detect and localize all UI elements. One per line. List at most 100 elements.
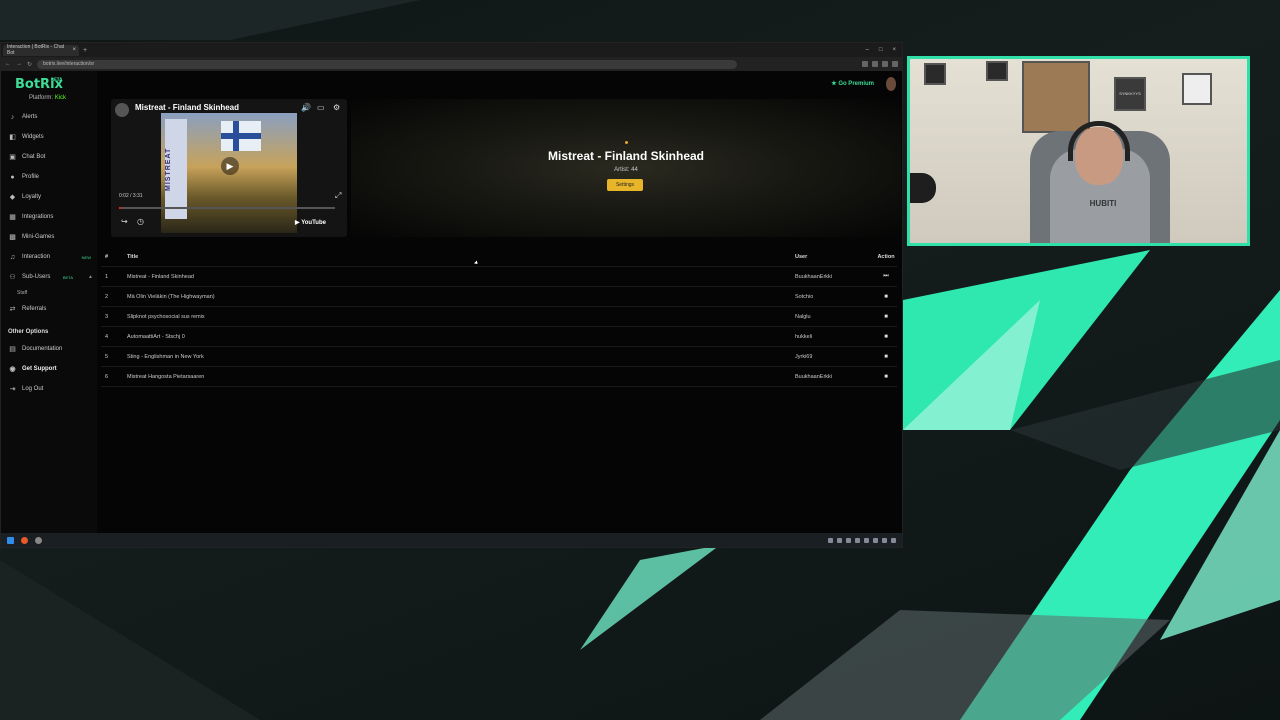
sidebar-item-label: Get Support	[22, 366, 57, 372]
sidebar-item-label: Chat Bot	[22, 154, 46, 160]
sidebar-item-mini-games[interactable]: ▩ Mini-Games	[1, 227, 97, 247]
tray-icon[interactable]	[891, 537, 896, 543]
browser-taskbar-icon[interactable]	[21, 536, 28, 544]
extension-icon[interactable]	[882, 61, 888, 67]
close-tab-icon[interactable]: ×	[72, 47, 76, 53]
header-num: #	[105, 253, 109, 260]
sidebar-item-interaction[interactable]: ♫ Interaction NEW	[1, 247, 97, 267]
tray-icon[interactable]	[837, 537, 842, 543]
play-button[interactable]: ▶	[221, 157, 239, 175]
back-icon[interactable]: ←	[5, 61, 11, 67]
progress-fill	[119, 207, 122, 209]
row-title: Mistreat - Finland Skinhead	[127, 273, 194, 280]
sidebar-item-referrals[interactable]: ⇄ Referrals	[1, 299, 97, 319]
tray-icon[interactable]	[828, 537, 833, 543]
tray-icon[interactable]	[855, 537, 860, 543]
row-title: Slipknot psychosocial sus remix	[127, 313, 205, 320]
botrix-logo[interactable]: BotRix BETA	[1, 77, 97, 92]
share-icon: ⇄	[9, 306, 16, 313]
webcam-overlay: SYNKKYYS HUBITI	[907, 56, 1250, 246]
browser-tab[interactable]: Interaction | BotRix - Chat Bot ×	[3, 44, 79, 56]
now-playing-artist: Artist: 44	[614, 167, 638, 173]
close-window-icon[interactable]: ×	[892, 47, 896, 53]
go-premium-link[interactable]: ★ Go Premium	[831, 80, 874, 87]
row-num: 4	[105, 333, 109, 340]
chat-icon: ▣	[9, 154, 16, 161]
volume-icon[interactable]: 🔊	[301, 103, 311, 112]
reload-icon[interactable]: ↻	[27, 61, 32, 68]
sidebar-item-label: Documentation	[22, 346, 63, 352]
table-row: 5 Sting - Englishman in New York Jyrki69…	[101, 347, 897, 367]
extension-icon[interactable]	[892, 61, 898, 67]
platform-value: Kick	[54, 95, 67, 101]
youtube-player[interactable]: MISTREAT Mistreat - Finland Skinhead 🔊 ▭…	[111, 99, 347, 237]
sidebar-item-label: Profile	[22, 174, 40, 180]
sidebar-item-loyalty[interactable]: ◆ Loyalty	[1, 187, 97, 207]
trash-icon[interactable]: ■	[875, 294, 897, 300]
row-num: 3	[105, 313, 109, 320]
gear-icon[interactable]: ⚙	[333, 103, 340, 112]
system-tray	[828, 537, 902, 543]
support-icon: ◉	[9, 366, 16, 373]
sidebar-item-alerts[interactable]: ♪ Alerts	[1, 107, 97, 127]
wall-picture	[1182, 73, 1212, 105]
row-num: 6	[105, 373, 109, 380]
progress-bar[interactable]	[119, 207, 335, 209]
start-icon[interactable]	[7, 536, 14, 544]
sidebar-item-log-out[interactable]: ⇥ Log Out	[1, 379, 97, 399]
row-title: AutomaattiArt - Stschj 0	[127, 333, 185, 340]
clock-icon[interactable]: ◷	[137, 217, 144, 226]
sidebar-item-get-support[interactable]: ◉ Get Support	[1, 359, 97, 379]
sidebar-subitem-staff[interactable]: Staff	[1, 287, 97, 299]
avatar[interactable]	[886, 77, 896, 91]
table-header: # Title User Action	[101, 247, 897, 267]
sidebar-item-profile[interactable]: ● Profile	[1, 167, 97, 187]
sidebar-item-integrations[interactable]: ▦ Integrations	[1, 207, 97, 227]
user-icon: ●	[10, 173, 15, 181]
row-num: 1	[105, 273, 109, 280]
trash-icon[interactable]: ■	[875, 334, 897, 340]
row-num: 5	[105, 353, 109, 360]
now-playing-title: Mistreat - Finland Skinhead	[547, 149, 705, 163]
youtube-logo[interactable]: ▶ YouTube	[295, 219, 326, 226]
wall-picture	[986, 61, 1008, 81]
botrix-app: BotRix BETA Platform: Kick ♪ Alerts ◧ Widg…	[1, 71, 902, 533]
minimize-icon[interactable]: –	[866, 47, 869, 53]
skip-icon[interactable]: ⏭	[875, 273, 897, 280]
forward-icon[interactable]: →	[16, 61, 22, 67]
maximize-icon[interactable]: □	[879, 47, 883, 53]
new-tab-icon[interactable]: +	[83, 47, 87, 54]
sidebar-item-label: Referrals	[22, 306, 47, 312]
tray-icon[interactable]	[846, 537, 851, 543]
users-icon: ⚇	[9, 274, 16, 281]
extension-icon[interactable]	[872, 61, 878, 67]
settings-button[interactable]: Settings	[607, 179, 643, 191]
channel-avatar[interactable]	[115, 103, 129, 117]
table-row: 6 Mistreat Hangosta Pietarsaaren Buukhaa…	[101, 367, 897, 387]
extension-icon[interactable]	[862, 61, 868, 67]
tray-icon[interactable]	[864, 537, 869, 543]
sidebar-item-widgets[interactable]: ◧ Widgets	[1, 127, 97, 147]
tray-icon[interactable]	[873, 537, 878, 543]
fullscreen-icon[interactable]: ⤢	[335, 191, 341, 201]
sidebar-item-label: Log Out	[22, 386, 44, 392]
trash-icon[interactable]: ■	[875, 374, 897, 380]
sidebar-item-chat-bot[interactable]: ▣ Chat Bot	[1, 147, 97, 167]
chevron-up-icon[interactable]: ▲	[88, 274, 93, 280]
captions-icon[interactable]: ▭	[317, 103, 325, 112]
row-title: Mistreat Hangosta Pietarsaaren	[127, 373, 205, 380]
trash-icon[interactable]: ■	[875, 314, 897, 320]
cat-poster	[1022, 61, 1090, 133]
player-title[interactable]: Mistreat - Finland Skinhead	[135, 103, 239, 112]
tray-icon[interactable]	[882, 537, 887, 543]
sidebar-item-sub-users[interactable]: ⚇ Sub-Users BETA ▲	[1, 267, 97, 287]
trash-icon[interactable]: ■	[875, 354, 897, 360]
band-poster: SYNKKYYS	[1114, 77, 1146, 111]
sidebar-item-documentation[interactable]: ▤ Documentation	[1, 339, 97, 359]
sidebar-item-label: Alerts	[22, 114, 38, 120]
url-input[interactable]: botrix.live/interaction/sr	[37, 59, 738, 69]
tab-bar: Interaction | BotRix - Chat Bot × + – □ …	[1, 43, 902, 57]
obs-taskbar-icon[interactable]	[35, 536, 42, 544]
share-icon[interactable]: ↪	[121, 217, 128, 226]
premium-label: Go Premium	[838, 81, 874, 87]
